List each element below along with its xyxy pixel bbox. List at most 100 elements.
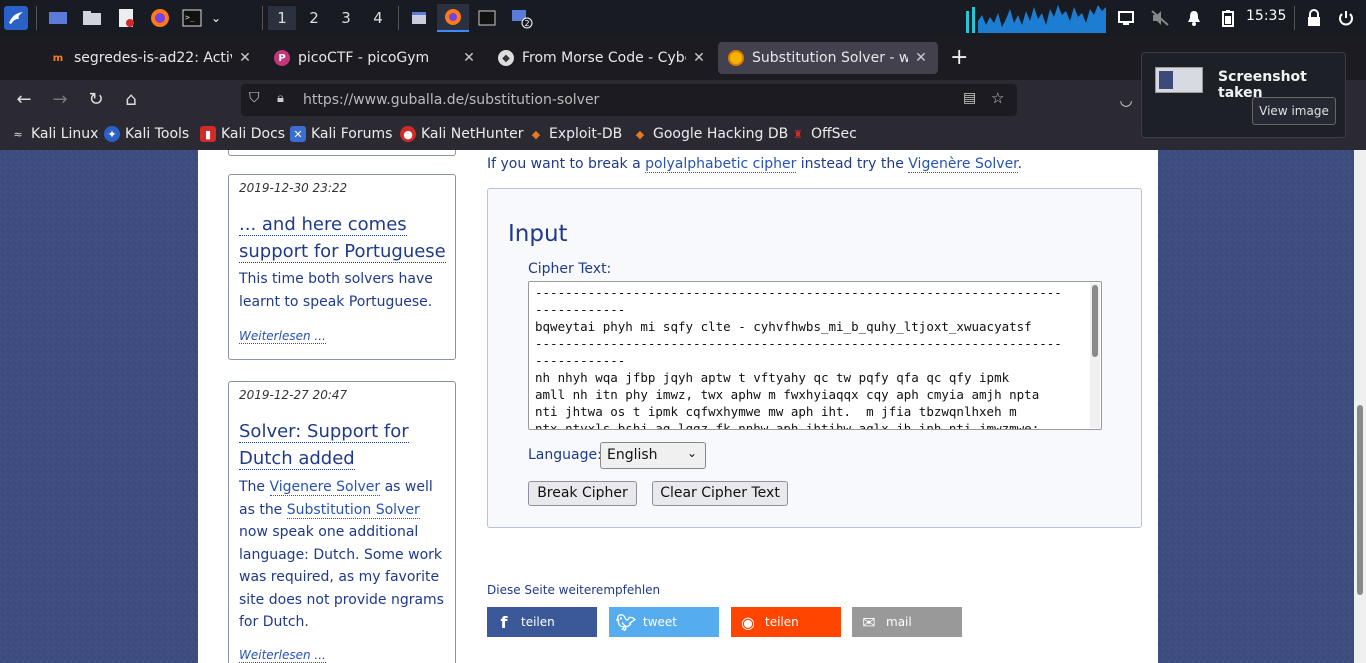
polyalphabetic-cipher-link[interactable]: polyalphabetic cipher: [645, 156, 797, 173]
back-icon[interactable]: ←: [13, 89, 35, 111]
vigenere-solver-link[interactable]: Vigenere Solver: [269, 479, 381, 496]
cpu-graph: [966, 3, 1106, 33]
mail-icon: ✉: [862, 612, 876, 632]
page-scrollbar[interactable]: [1354, 150, 1366, 663]
read-more-text[interactable]: Weiterlesen ...: [239, 329, 326, 344]
reader-view-icon[interactable]: ▤: [963, 90, 976, 106]
intro-part: .: [1017, 156, 1023, 172]
post-title-line[interactable]: support for Portuguese: [239, 241, 446, 263]
bookmark-kali-linux[interactable]: ≈ Kali Linux: [10, 126, 98, 142]
cipher-text-content[interactable]: ----------------------------------------…: [535, 284, 1062, 429]
exploitdb-icon: ◆: [531, 127, 541, 141]
power-icon[interactable]: [1334, 6, 1358, 30]
share-facebook-button[interactable]: f teilen: [487, 607, 597, 637]
share-label: Diese Seite weiterempfehlen: [487, 583, 661, 597]
bookmark-kali-nethunter[interactable]: ● Kali NetHunter: [400, 126, 523, 142]
address-bar[interactable]: ⛉ 🔒︎ https://www.guballa.de/substitution…: [241, 84, 1017, 116]
display-icon[interactable]: [1114, 6, 1138, 30]
bookmark-kali-docs[interactable]: ▮ Kali Docs: [200, 126, 285, 142]
clear-cipher-text-button[interactable]: Clear Cipher Text: [652, 481, 788, 506]
post-title-line[interactable]: ... and here comes: [239, 214, 407, 236]
tab-cyberchef[interactable]: ◆ From Morse Code - Cyber ✕: [488, 42, 716, 74]
desktop-icon[interactable]: [46, 6, 70, 30]
close-icon[interactable]: ✕: [914, 50, 928, 66]
firefox-icon[interactable]: [148, 6, 172, 30]
bookmark-label: Kali Linux: [31, 126, 99, 142]
sidebar-post: 2019-12-27 20:47 Solver: Support for Dut…: [228, 381, 456, 663]
post-title[interactable]: Solver: Support for Dutch added: [239, 418, 449, 472]
reload-icon[interactable]: ↻: [85, 89, 107, 111]
workspace-3[interactable]: 3: [332, 6, 360, 30]
bookmark-kali-forums[interactable]: ✕ Kali Forums: [290, 126, 392, 142]
kali-docs-icon: ▮: [200, 126, 216, 142]
intro-part: instead try the: [796, 156, 909, 172]
pocket-icon[interactable]: ◡: [1115, 89, 1137, 111]
post-date: 2019-12-27 20:47: [239, 388, 348, 402]
window-terminal-icon[interactable]: [471, 4, 503, 32]
close-icon[interactable]: ✕: [462, 50, 476, 66]
sidebar-post: 2019-12-30 23:22 ... and here comes supp…: [228, 174, 456, 360]
language-selected-value[interactable]: English: [607, 447, 658, 463]
svg-text:>_: >_: [185, 13, 195, 22]
read-more-link[interactable]: Weiterlesen ...: [239, 329, 326, 344]
close-icon[interactable]: ✕: [692, 50, 706, 66]
screenshot-thumbnail[interactable]: [1155, 67, 1203, 93]
bookmark-star-icon[interactable]: ☆: [991, 89, 1004, 107]
shield-icon[interactable]: ⛉: [249, 90, 260, 106]
share-button-label: teilen: [521, 615, 555, 629]
notification-bell-icon[interactable]: [1182, 6, 1206, 30]
intro-part: If you want to break a: [487, 156, 646, 172]
clock[interactable]: 15:35: [1246, 8, 1286, 24]
chevron-down-icon[interactable]: ⌄: [204, 6, 228, 30]
sidebar-previous-post: [228, 150, 456, 156]
language-select[interactable]: English ⌄: [600, 442, 706, 469]
terminal-icon[interactable]: >_: [180, 6, 204, 30]
post-title-line[interactable]: Dutch added: [239, 448, 355, 470]
substitution-solver-link[interactable]: Substitution Solver: [286, 501, 420, 519]
cipher-text-area[interactable]: ----------------------------------------…: [528, 281, 1102, 430]
file-manager-icon[interactable]: [80, 6, 104, 30]
forward-icon[interactable]: →: [49, 89, 71, 111]
bookmark-exploit-db[interactable]: ◆ Exploit-DB: [528, 126, 623, 142]
textarea-scrollbar[interactable]: [1090, 283, 1100, 428]
lock-icon[interactable]: 🔒︎: [277, 91, 284, 106]
twitter-icon: 🐦︎: [615, 612, 637, 632]
bookmark-google-hacking-db[interactable]: ◆ Google Hacking DB: [632, 126, 788, 142]
battery-icon[interactable]: [1216, 6, 1240, 30]
post-title-line[interactable]: Solver: Support for: [239, 421, 409, 443]
tab-picoctf[interactable]: P picoCTF - picoGym ✕: [264, 42, 486, 74]
system-taskbar: >_ ⌄ 1 2 3 4 2 15:35: [0, 0, 1366, 36]
read-more-link[interactable]: Weiterlesen ...: [239, 648, 326, 663]
text-editor-icon[interactable]: [114, 6, 138, 30]
break-cipher-button[interactable]: Break Cipher: [528, 481, 637, 506]
window-files-icon[interactable]: 2: [505, 4, 537, 32]
share-mail-button[interactable]: ✉ mail: [852, 607, 962, 637]
bookmark-kali-tools[interactable]: ✦ Kali Tools: [104, 126, 189, 142]
page-viewport: 2019-12-30 23:22 ... and here comes supp…: [0, 150, 1366, 663]
window-firefox-icon[interactable]: [437, 4, 469, 32]
bookmark-label: Kali Docs: [221, 126, 286, 142]
share-twitter-button[interactable]: 🐦︎ tweet: [609, 607, 719, 637]
view-image-button[interactable]: View image: [1252, 97, 1336, 125]
post-title[interactable]: ... and here comes support for Portugues…: [239, 211, 449, 265]
bookmark-label: Exploit-DB: [549, 126, 623, 142]
mute-icon[interactable]: [1148, 6, 1172, 30]
kali-menu-icon[interactable]: [4, 6, 28, 30]
bookmark-label: Kali NetHunter: [421, 126, 524, 142]
tab-substitution-solver[interactable]: Substitution Solver - www ✕: [718, 42, 938, 74]
vigenere-solver-link[interactable]: Vigenère Solver: [908, 156, 1018, 173]
lock-icon[interactable]: [1302, 6, 1326, 30]
bookmark-offsec[interactable]: ♜ OffSec: [790, 126, 857, 142]
home-icon[interactable]: ⌂: [120, 89, 142, 111]
window-desktop-icon[interactable]: [403, 4, 435, 32]
share-reddit-button[interactable]: ◉ teilen: [731, 607, 841, 637]
read-more-text[interactable]: Weiterlesen ...: [239, 648, 326, 663]
url-text[interactable]: https://www.guballa.de/substitution-solv…: [303, 92, 599, 108]
tab-moodle[interactable]: m segredes-is-ad22: Activid ✕: [40, 42, 262, 74]
workspace-2[interactable]: 2: [300, 6, 328, 30]
kali-tools-icon: ✦: [104, 126, 120, 142]
workspace-4[interactable]: 4: [364, 6, 392, 30]
new-tab-button[interactable]: +: [950, 47, 968, 69]
close-icon[interactable]: ✕: [238, 50, 252, 66]
workspace-1[interactable]: 1: [268, 6, 296, 30]
